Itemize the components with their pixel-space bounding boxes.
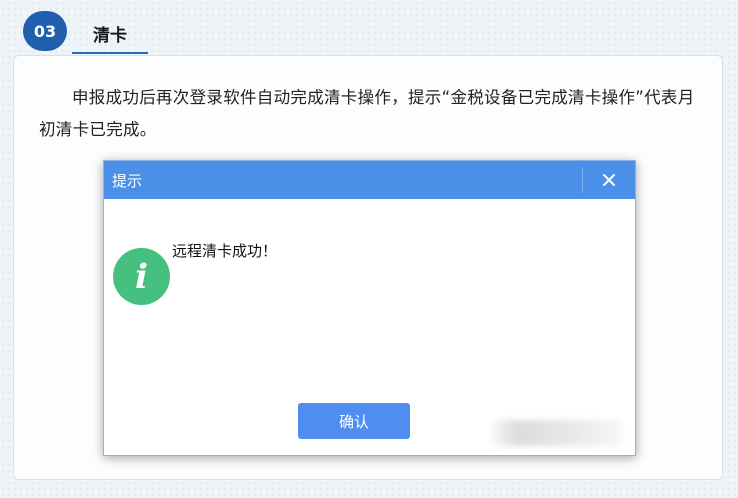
dialog-titlebar: 提示 [104, 161, 635, 199]
close-button[interactable] [589, 161, 629, 199]
section-number-badge: 03 [23, 11, 67, 51]
info-icon: i [113, 248, 170, 305]
info-dialog: 提示 i 远程清卡成功！ 确认 [103, 160, 636, 456]
close-icon [603, 174, 615, 186]
confirm-button-label: 确认 [338, 412, 369, 431]
section-number: 03 [33, 21, 57, 41]
section-title-text: 清卡 [93, 25, 127, 46]
description-paragraph: 申报成功后再次登录软件自动完成清卡操作，提示“金税设备已完成清卡操作”代表月初清… [39, 88, 695, 139]
content-card: 申报成功后再次登录软件自动完成清卡操作，提示“金税设备已完成清卡操作”代表月初清… [13, 55, 723, 480]
blurred-watermark [492, 420, 622, 446]
dialog-message: 远程清卡成功！ [172, 242, 278, 260]
section-title: 清卡 [72, 14, 148, 54]
info-icon-glyph: i [135, 256, 148, 297]
titlebar-separator [582, 167, 583, 193]
confirm-button[interactable]: 确认 [298, 403, 410, 439]
dialog-title: 提示 [112, 172, 143, 190]
